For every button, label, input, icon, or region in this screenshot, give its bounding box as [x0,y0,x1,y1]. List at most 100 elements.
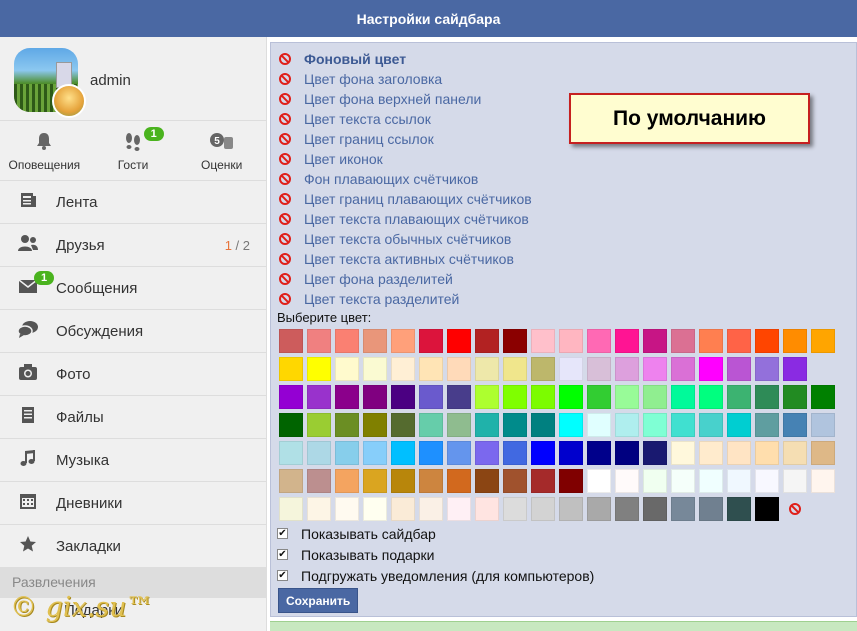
color-swatch[interactable] [475,497,499,521]
color-swatch[interactable] [335,413,359,437]
stat-ratings[interactable]: 5 Оценки [177,121,266,180]
color-swatch[interactable] [391,329,415,353]
color-swatch[interactable] [391,497,415,521]
color-swatch[interactable] [475,441,499,465]
color-swatch[interactable] [531,385,555,409]
color-swatch[interactable] [671,441,695,465]
color-swatch[interactable] [503,441,527,465]
color-swatch[interactable] [783,413,807,437]
color-swatch[interactable] [755,413,779,437]
color-swatch[interactable] [447,329,471,353]
color-swatch[interactable] [279,497,303,521]
color-swatch[interactable] [727,329,751,353]
color-swatch[interactable] [475,329,499,353]
color-swatch[interactable] [335,469,359,493]
color-swatch[interactable] [279,329,303,353]
color-swatch[interactable] [391,413,415,437]
color-swatch[interactable] [279,441,303,465]
color-swatch[interactable] [363,469,387,493]
color-swatch[interactable] [587,441,611,465]
color-swatch[interactable] [671,357,695,381]
nav-item-music[interactable]: Музыка [0,439,266,482]
color-swatch[interactable] [531,329,555,353]
color-option[interactable]: Цвет границ ссылок [277,129,532,149]
nav-item-files[interactable]: Файлы [0,396,266,439]
color-swatch[interactable] [475,469,499,493]
color-swatch[interactable] [335,329,359,353]
color-swatch[interactable] [447,357,471,381]
color-swatch[interactable] [755,329,779,353]
color-swatch[interactable] [755,441,779,465]
color-option[interactable]: Цвет текста обычных счётчиков [277,229,532,249]
color-option[interactable]: Фоновый цвет [277,49,532,69]
color-swatch[interactable] [727,385,751,409]
color-swatch[interactable] [783,469,807,493]
stat-guests[interactable]: 1 Гости [89,121,178,180]
color-swatch[interactable] [531,357,555,381]
color-option[interactable]: Цвет границ плавающих счётчиков [277,189,532,209]
color-swatch[interactable] [559,469,583,493]
color-swatch[interactable] [363,357,387,381]
color-swatch[interactable] [419,413,443,437]
color-swatch[interactable] [307,357,331,381]
color-swatch[interactable] [307,385,331,409]
color-swatch[interactable] [363,497,387,521]
color-swatch[interactable] [391,469,415,493]
color-swatch[interactable] [531,413,555,437]
color-swatch[interactable] [811,385,835,409]
color-swatch[interactable] [335,441,359,465]
color-swatch[interactable] [531,441,555,465]
color-swatch[interactable] [727,469,751,493]
color-swatch[interactable] [643,385,667,409]
reset-color-icon[interactable] [279,133,291,145]
reset-color-icon[interactable] [279,293,291,305]
color-swatch[interactable] [363,385,387,409]
color-swatch[interactable] [419,497,443,521]
color-swatch[interactable] [419,469,443,493]
color-swatch[interactable] [419,441,443,465]
color-swatch[interactable] [783,441,807,465]
color-swatch[interactable] [755,357,779,381]
save-button[interactable]: Сохранить [278,588,359,613]
color-swatch[interactable] [587,329,611,353]
color-swatch[interactable] [335,385,359,409]
color-swatch[interactable] [531,497,555,521]
color-swatch[interactable] [699,469,723,493]
color-swatch[interactable] [447,441,471,465]
color-swatch[interactable] [307,497,331,521]
color-swatch[interactable] [503,385,527,409]
nav-item-messages[interactable]: 1 Сообщения [0,267,266,310]
color-swatch[interactable] [727,441,751,465]
username[interactable]: admin [90,72,131,89]
color-swatch[interactable] [671,469,695,493]
color-option[interactable]: Цвет текста ссылок [277,109,532,129]
color-option[interactable]: Фон плавающих счётчиков [277,169,532,189]
nav-item-bookmarks[interactable]: Закладки [0,525,266,568]
color-swatch[interactable] [811,441,835,465]
color-swatch[interactable] [391,441,415,465]
reset-color-icon[interactable] [279,153,291,165]
reset-color-icon[interactable] [279,73,291,85]
reset-color-icon[interactable] [279,93,291,105]
color-option[interactable]: Цвет фона разделитей [277,269,532,289]
reset-default-button[interactable]: По умолчанию [569,93,810,144]
color-swatch[interactable] [279,385,303,409]
color-swatch[interactable] [643,413,667,437]
color-swatch[interactable] [559,357,583,381]
nav-item-friends[interactable]: Друзья 1 / 2 [0,224,266,267]
color-swatch[interactable] [447,469,471,493]
checkbox[interactable]: ✔ [277,528,288,539]
color-swatch[interactable] [615,469,639,493]
checkbox[interactable]: ✔ [277,549,288,560]
color-swatch[interactable] [755,469,779,493]
color-swatch[interactable] [643,441,667,465]
color-swatch[interactable] [671,329,695,353]
color-swatch[interactable] [363,441,387,465]
color-swatch[interactable] [391,357,415,381]
reset-color-icon[interactable] [279,253,291,265]
color-swatch[interactable] [559,413,583,437]
color-swatch[interactable] [587,357,611,381]
color-swatch[interactable] [671,385,695,409]
color-swatch[interactable] [391,385,415,409]
color-swatch[interactable] [307,469,331,493]
